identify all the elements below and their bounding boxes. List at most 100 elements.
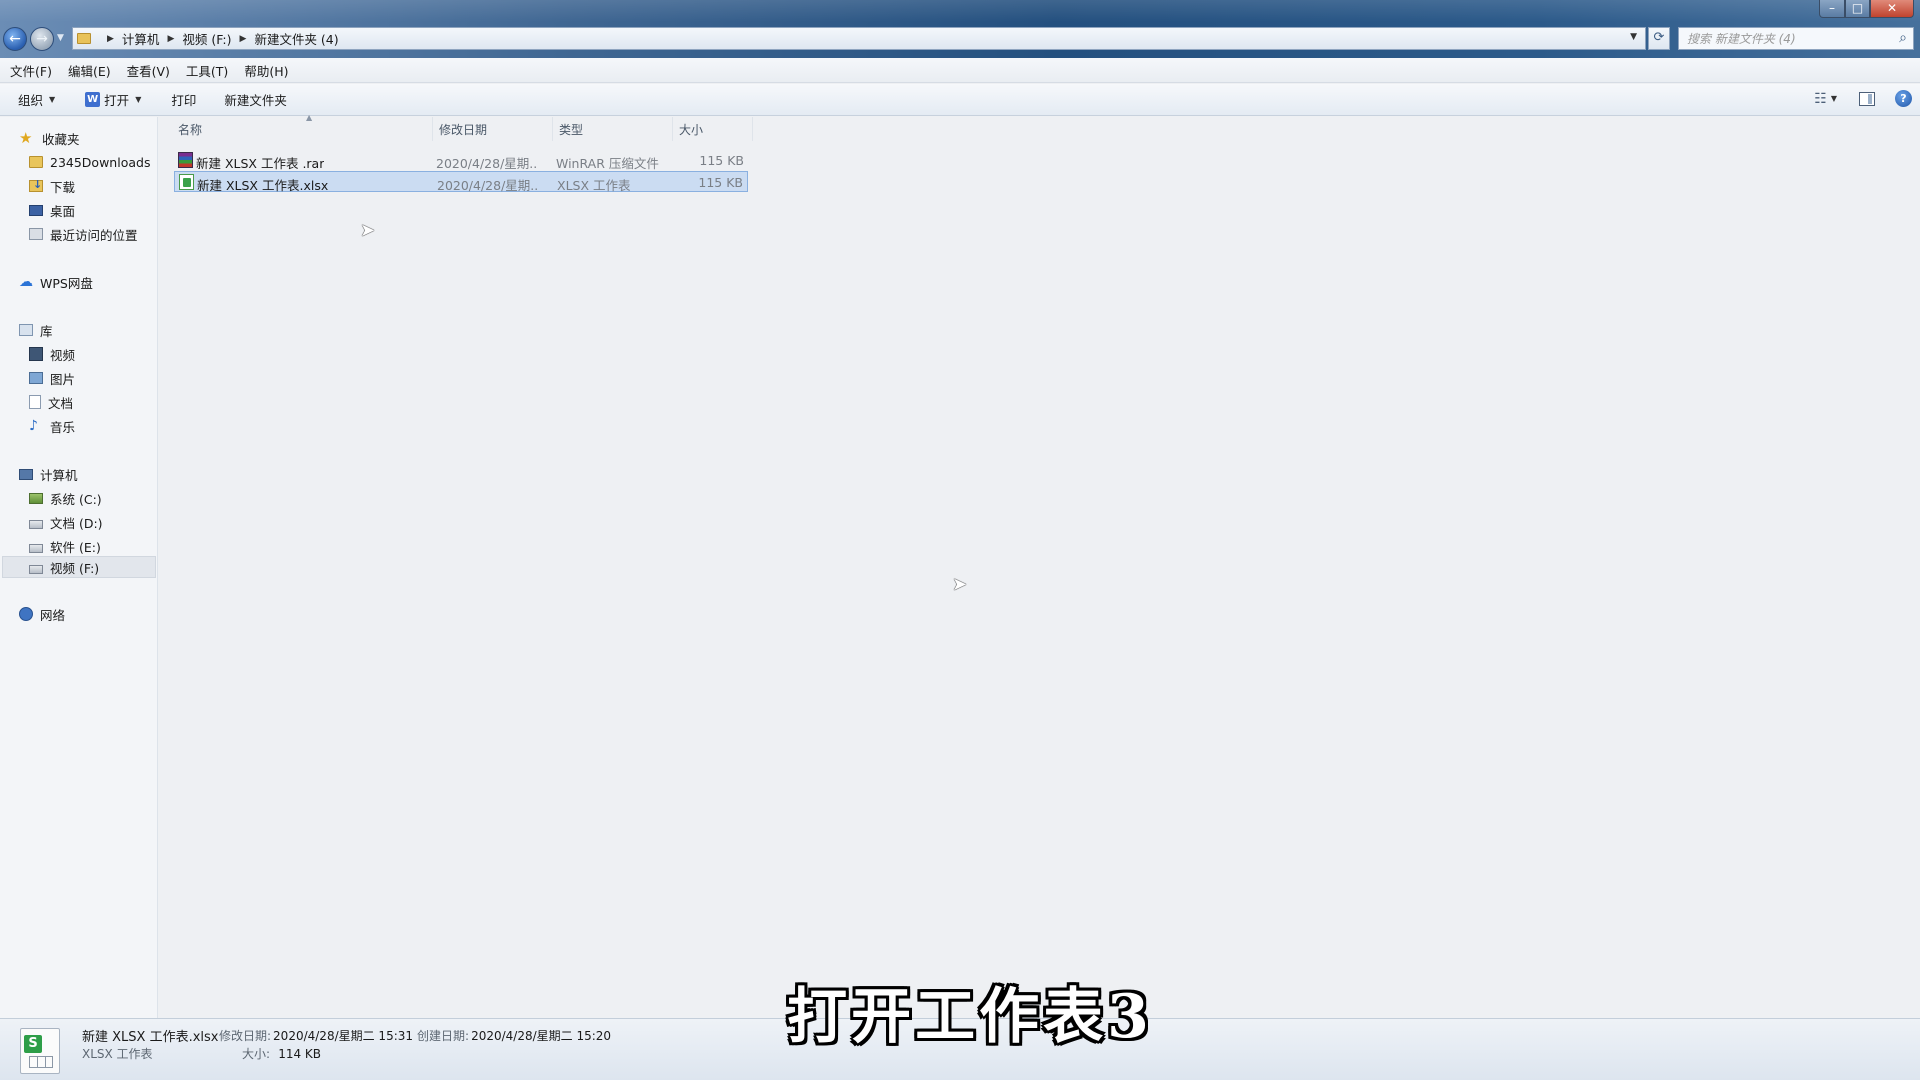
search-box[interactable]: ⌕ <box>1678 27 1914 50</box>
menu-file[interactable]: 文件(F) <box>4 59 58 82</box>
maximize-button[interactable]: □ <box>1845 0 1870 18</box>
refresh-icon: ⟳ <box>1653 30 1665 45</box>
downloads-folder-icon <box>29 178 43 192</box>
breadcrumb-chevron-icon[interactable]: ▶ <box>240 34 247 44</box>
hard-drive-icon <box>29 564 43 574</box>
help-icon[interactable]: ? <box>1895 90 1912 107</box>
created-value: 2020/4/28/星期二 15:20 <box>471 1029 612 1043</box>
sidebar-item-documents[interactable]: 文档 <box>29 391 73 413</box>
sidebar-item-desktop[interactable]: 桌面 <box>29 199 75 221</box>
documents-library-icon <box>29 395 41 409</box>
file-name: 新建 XLSX 工作表 .rar <box>196 156 325 171</box>
sidebar-item-libraries[interactable]: 库 <box>19 319 53 341</box>
new-folder-label: 新建文件夹 <box>224 93 287 108</box>
file-modified-date: 2020/4/28/星期... <box>437 178 537 193</box>
close-button[interactable]: ✕ <box>1870 0 1914 18</box>
chevron-down-icon[interactable]: ▼ <box>135 95 141 104</box>
sidebar-item-label: 最近访问的位置 <box>50 227 138 243</box>
view-options-dropdown[interactable]: ▼ <box>1831 94 1837 103</box>
forward-button[interactable]: → <box>30 27 54 51</box>
sidebar-item-videos[interactable]: 视频 <box>29 343 75 365</box>
breadcrumb-computer[interactable]: 计算机 <box>122 29 160 48</box>
size-label: 大小: <box>242 1047 271 1061</box>
refresh-button[interactable]: ⟳ <box>1648 27 1670 50</box>
new-folder-button[interactable]: 新建文件夹 <box>216 86 295 113</box>
column-header-name[interactable]: 名称 ▲ <box>172 113 433 141</box>
wps-writer-icon: W <box>85 92 101 107</box>
sidebar-item-label: 库 <box>40 323 53 339</box>
explorer-window: – □ ✕ ← → ▼ ▶ 计算机 ▶ 视频 (F:) ▶ 新建文件夹 (4) … <box>0 0 1920 1080</box>
menu-bar: 文件(F) 编辑(E) 查看(V) 工具(T) 帮助(H) <box>0 58 1920 83</box>
sidebar-item-label: 桌面 <box>50 203 76 219</box>
sidebar-item-favorites[interactable]: ★ 收藏夹 <box>19 127 80 149</box>
file-row[interactable]: 新建 XLSX 工作表 .rar 2020/4/28/星期... WinRAR … <box>174 150 748 171</box>
sidebar-item-drive-d[interactable]: 文档 (D:) <box>29 511 103 533</box>
column-header-label: 类型 <box>559 122 584 137</box>
details-view-icon[interactable]: ☷ <box>1814 91 1827 107</box>
navigation-pane: ★ 收藏夹 2345Downloads 下载 桌面 最近访问的位置 ☁ WPS网… <box>0 117 158 1018</box>
breadcrumb-drive[interactable]: 视频 (F:) <box>182 29 231 48</box>
sidebar-item-drive-f[interactable]: 视频 (F:) <box>2 556 156 578</box>
sidebar-item-label: WPS网盘 <box>40 275 93 291</box>
network-icon <box>19 607 33 621</box>
pictures-library-icon <box>29 372 43 384</box>
open-button[interactable]: W 打开 ▼ <box>77 86 149 113</box>
sidebar-item-pictures[interactable]: 图片 <box>29 367 75 389</box>
sidebar-item-computer[interactable]: 计算机 <box>19 463 78 485</box>
sidebar-item-wps-cloud[interactable]: ☁ WPS网盘 <box>19 271 93 293</box>
sidebar-item-label: 收藏夹 <box>42 131 80 147</box>
column-header-label: 大小 <box>679 122 704 137</box>
computer-icon <box>19 468 33 480</box>
column-header-label: 修改日期 <box>439 122 488 137</box>
wps-spreadsheet-badge: S <box>24 1035 42 1053</box>
search-input[interactable] <box>1687 31 1883 46</box>
file-type: WinRAR 压缩文件 <box>556 156 659 171</box>
system-drive-icon <box>29 492 43 504</box>
video-subtitle: 打开工作表3 <box>787 982 1153 1052</box>
menu-view[interactable]: 查看(V) <box>121 59 176 82</box>
breadcrumb-chevron-icon[interactable]: ▶ <box>167 34 174 44</box>
address-bar[interactable]: ▶ 计算机 ▶ 视频 (F:) ▶ 新建文件夹 (4) ▼ <box>72 27 1646 50</box>
sidebar-item-drive-c[interactable]: 系统 (C:) <box>29 487 102 509</box>
sidebar-item-label: 图片 <box>50 371 76 387</box>
column-header-date[interactable]: 修改日期 <box>433 117 553 141</box>
file-size: 115 KB <box>699 153 744 168</box>
menu-edit[interactable]: 编辑(E) <box>62 59 117 82</box>
search-icon[interactable]: ⌕ <box>1899 30 1907 46</box>
sidebar-item-2345downloads[interactable]: 2345Downloads <box>29 151 150 173</box>
print-label: 打印 <box>171 93 197 108</box>
print-button[interactable]: 打印 <box>163 86 204 113</box>
sidebar-item-recent-places[interactable]: 最近访问的位置 <box>29 223 138 245</box>
chevron-down-icon: ▼ <box>49 95 56 104</box>
minimize-button[interactable]: – <box>1819 0 1845 18</box>
organize-button[interactable]: 组织 ▼ <box>10 86 63 113</box>
music-note-icon: ♪ <box>29 418 38 434</box>
sidebar-item-music[interactable]: ♪ 音乐 <box>29 415 75 437</box>
hard-drive-icon <box>29 543 43 553</box>
column-header-type[interactable]: 类型 <box>553 117 673 141</box>
sidebar-item-label: 系统 (C:) <box>50 491 102 507</box>
sidebar-item-downloads[interactable]: 下载 <box>29 175 75 197</box>
menu-tools[interactable]: 工具(T) <box>180 59 234 82</box>
cloud-icon: ☁ <box>19 274 33 290</box>
folder-icon <box>77 33 91 44</box>
recent-pages-dropdown[interactable]: ▼ <box>57 33 64 43</box>
preview-pane-icon[interactable] <box>1859 91 1875 106</box>
desktop-icon <box>29 204 43 216</box>
details-dates: 修改日期: 2020/4/28/星期二 15:31 创建日期: 2020/4/2… <box>219 1027 611 1044</box>
sidebar-item-label: 视频 <box>50 347 76 363</box>
column-header-size[interactable]: 大小 <box>673 117 753 141</box>
arrow-right-icon: → <box>36 31 48 47</box>
mouse-cursor-icon: ➤ <box>952 574 968 595</box>
size-value: 114 KB <box>278 1047 322 1061</box>
breadcrumb-chevron-icon[interactable]: ▶ <box>107 34 114 44</box>
sidebar-item-drive-e[interactable]: 软件 (E:) <box>29 535 101 557</box>
back-button[interactable]: ← <box>3 27 27 51</box>
menu-help[interactable]: 帮助(H) <box>238 59 294 82</box>
library-icon <box>19 324 33 336</box>
file-row-selected[interactable]: 新建 XLSX 工作表.xlsx 2020/4/28/星期... XLSX 工作… <box>174 171 748 193</box>
breadcrumb-folder[interactable]: 新建文件夹 (4) <box>254 29 338 48</box>
open-label: 打开 <box>104 93 130 108</box>
address-history-dropdown[interactable]: ▼ <box>1630 32 1637 42</box>
sidebar-item-network[interactable]: 网络 <box>19 603 65 625</box>
